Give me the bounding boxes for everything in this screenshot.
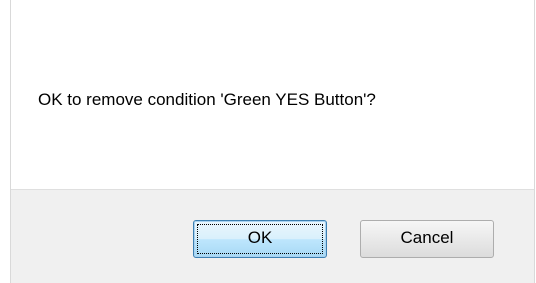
dialog-message: OK to remove condition 'Green YES Button… xyxy=(38,90,376,109)
dialog-footer: OK Cancel xyxy=(11,189,534,283)
ok-button[interactable]: OK xyxy=(193,220,327,258)
dialog-right-border xyxy=(534,0,535,283)
dialog-content: OK to remove condition 'Green YES Button… xyxy=(11,0,534,189)
cancel-button-label: Cancel xyxy=(400,228,454,247)
ok-button-label: OK xyxy=(247,228,273,247)
cancel-button[interactable]: Cancel xyxy=(360,220,494,258)
confirm-dialog: OK to remove condition 'Green YES Button… xyxy=(0,0,536,283)
